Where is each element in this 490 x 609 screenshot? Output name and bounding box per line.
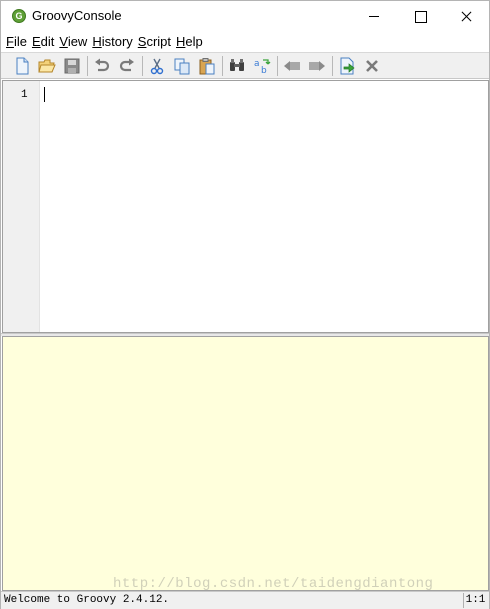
status-message: Welcome to Groovy 2.4.12. <box>4 594 170 606</box>
history-previous-button[interactable] <box>282 56 302 76</box>
line-number: 1 <box>21 89 28 101</box>
interrupt-button[interactable] <box>362 56 382 76</box>
undo-icon <box>95 58 110 71</box>
caret-position: 1:1 <box>463 593 487 608</box>
paste-icon <box>199 57 215 74</box>
groovy-app-icon: G <box>12 9 26 23</box>
menu-history[interactable]: History <box>91 34 135 49</box>
toolbar-separator <box>142 55 143 76</box>
redo-button[interactable] <box>117 56 137 76</box>
menu-edit-label: dit <box>40 33 55 49</box>
menu-history-label: istory <box>101 33 133 49</box>
menu-help-mnemonic: H <box>176 33 186 49</box>
line-number-gutter: 1 <box>3 81 40 332</box>
close-button[interactable] <box>443 1 489 31</box>
menu-file-mnemonic: F <box>6 33 14 49</box>
find-icon <box>230 58 244 71</box>
toolbar-separator <box>332 55 333 76</box>
minimize-button[interactable] <box>351 1 397 31</box>
history-next-icon <box>309 60 325 71</box>
groovy-console-window: G GroovyConsole File Edit View History S… <box>0 0 490 609</box>
save-button[interactable] <box>62 56 82 76</box>
find-button[interactable] <box>227 56 247 76</box>
output-pane[interactable] <box>2 336 489 591</box>
menu-view-label: iew <box>67 33 88 49</box>
open-file-button[interactable] <box>37 56 57 76</box>
toolbar-separator <box>277 55 278 76</box>
menu-view[interactable]: View <box>58 34 90 49</box>
menu-bar: File Edit View History Script Help <box>1 31 489 51</box>
menu-help-label: elp <box>185 33 203 49</box>
window-title: GroovyConsole <box>32 8 122 23</box>
menu-view-mnemonic: V <box>59 33 68 49</box>
menu-edit-mnemonic: E <box>31 33 41 49</box>
script-editor[interactable]: 1 <box>2 80 489 333</box>
menu-file-label: ile <box>13 33 27 49</box>
svg-text:a: a <box>254 59 260 69</box>
save-icon <box>64 58 80 73</box>
maximize-button[interactable] <box>397 1 443 31</box>
menu-script[interactable]: Script <box>137 34 174 49</box>
interrupt-icon <box>366 59 378 72</box>
toolbar: ab <box>1 52 489 79</box>
run-script-icon <box>340 57 355 74</box>
menu-history-mnemonic: H <box>92 33 102 49</box>
run-script-button[interactable] <box>337 56 357 76</box>
new-file-icon <box>16 57 29 74</box>
copy-button[interactable] <box>172 56 192 76</box>
history-next-button[interactable] <box>307 56 327 76</box>
open-file-icon <box>38 59 56 72</box>
paste-button[interactable] <box>197 56 217 76</box>
menu-script-label: cript <box>146 33 172 49</box>
new-file-button[interactable] <box>12 56 32 76</box>
menu-help[interactable]: Help <box>175 34 206 49</box>
status-bar: Welcome to Groovy 2.4.12. 1:1 <box>1 591 489 609</box>
replace-button[interactable]: ab <box>252 56 272 76</box>
undo-button[interactable] <box>92 56 112 76</box>
text-caret <box>44 87 45 102</box>
menu-edit[interactable]: Edit <box>31 34 57 49</box>
copy-icon <box>174 58 190 74</box>
cut-button[interactable] <box>147 56 167 76</box>
toolbar-separator <box>87 55 88 76</box>
replace-icon: ab <box>254 59 271 75</box>
svg-text:b: b <box>261 66 267 75</box>
menu-file[interactable]: File <box>5 34 30 49</box>
title-bar[interactable]: G GroovyConsole <box>1 1 489 31</box>
redo-icon <box>119 58 134 71</box>
toolbar-separator <box>222 55 223 76</box>
history-previous-icon <box>284 60 300 71</box>
cut-icon <box>150 58 164 74</box>
